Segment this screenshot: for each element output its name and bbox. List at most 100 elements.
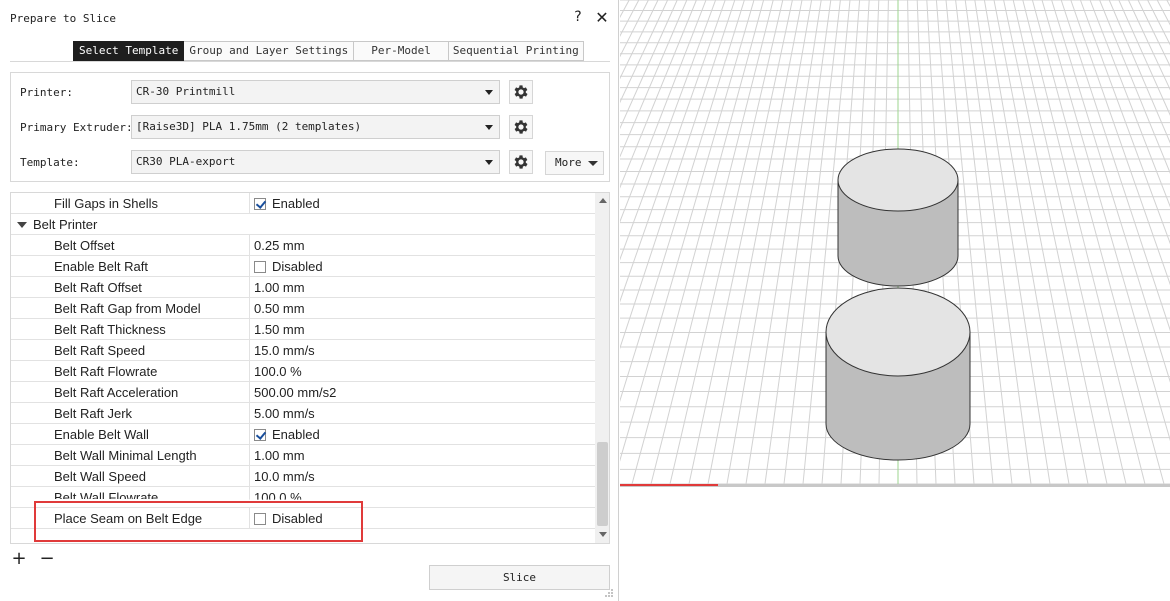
more-button[interactable]: More [545, 151, 604, 175]
scroll-up-arrow-icon[interactable] [599, 198, 607, 203]
setting-name: Enable Belt Wall [54, 427, 149, 442]
setting-value[interactable]: 100.0 % [249, 487, 302, 500]
setting-value: 1.50 mm [254, 322, 305, 337]
grid-line [620, 0, 630, 18]
settings-row[interactable]: Belt Raft Jerk 5.00 mm/s [11, 403, 595, 424]
3d-viewport[interactable] [620, 0, 1170, 601]
primary-extruder-select-value: [Raise3D] PLA 1.75mm (2 templates) [136, 120, 362, 133]
setting-value-cell[interactable]: Enabled [249, 193, 320, 214]
setting-value-cell[interactable]: 100.0 % [249, 361, 302, 382]
grid-line [764, 0, 832, 485]
dialog-title: Prepare to Slice [10, 12, 116, 25]
setting-name: Belt Wall Minimal Length [54, 448, 197, 463]
setting-value-cell[interactable]: Disabled [249, 256, 323, 277]
setting-value-cell[interactable]: 0.50 mm [249, 298, 305, 319]
gear-icon [514, 85, 528, 99]
scroll-down-arrow-icon[interactable] [599, 532, 607, 537]
template-select[interactable]: CR30 PLA-export [131, 150, 500, 174]
primary-extruder-select[interactable]: [Raise3D] PLA 1.75mm (2 templates) [131, 115, 500, 139]
slice-button[interactable]: Slice [429, 565, 610, 590]
remove-setting-button[interactable]: − [38, 550, 56, 568]
settings-row[interactable]: Fill Gaps in Shells Enabled [11, 193, 595, 214]
grid-line [631, 0, 765, 485]
setting-value-cell[interactable]: Enabled [249, 424, 320, 445]
settings-row[interactable]: Belt Raft Offset 1.00 mm [11, 277, 595, 298]
collapse-triangle-icon[interactable] [17, 222, 27, 228]
settings-rows: Fill Gaps in Shells Enabled Belt Printer Be… [11, 193, 595, 487]
grid-line [620, 0, 745, 403]
resize-grip-icon[interactable] [604, 588, 614, 598]
setting-value-cell[interactable]: Disabled [249, 508, 323, 529]
grid-line [688, 0, 793, 485]
template-settings-button[interactable] [509, 150, 533, 174]
printer-select[interactable]: CR-30 Printmill [131, 80, 500, 104]
cylinder-model-upper[interactable] [837, 148, 959, 287]
settings-group-header[interactable]: Belt Printer [11, 214, 595, 235]
chevron-down-icon [485, 160, 493, 165]
setting-checkbox[interactable] [254, 260, 266, 273]
setting-name: Fill Gaps in Shells [54, 196, 159, 211]
setting-value: 0.25 mm [254, 238, 305, 253]
grid-line [1012, 0, 1127, 485]
grid-line [620, 0, 669, 104]
scrollbar-thumb[interactable] [597, 442, 608, 526]
close-button[interactable]: ✕ [594, 8, 610, 27]
setting-value-cell[interactable]: 1.00 mm [249, 277, 305, 298]
setting-value: 5.00 mm/s [254, 406, 315, 421]
settings-row[interactable]: Belt Raft Acceleration 500.00 mm/s2 [11, 382, 595, 403]
settings-row-place-seam-on-belt-edge[interactable]: Place Seam on Belt Edge Disabled [11, 508, 595, 529]
place-seam-checkbox[interactable] [254, 512, 266, 525]
grid-line [964, 0, 1032, 485]
grid-line [1031, 0, 1165, 485]
settings-scrollbar[interactable] [595, 193, 609, 543]
setting-name: Enable Belt Raft [54, 259, 148, 274]
setting-value-cell[interactable]: 10.0 mm/s [249, 466, 315, 487]
settings-row[interactable]: Belt Raft Thickness 1.50 mm [11, 319, 595, 340]
cylinder-model-lower[interactable] [825, 287, 971, 461]
setting-value-cell[interactable]: 15.0 mm/s [249, 340, 315, 361]
settings-row[interactable]: Enable Belt Raft Disabled [11, 256, 595, 277]
setting-checkbox[interactable] [254, 428, 266, 441]
setting-value-cell[interactable]: 0.25 mm [249, 235, 305, 256]
tab-sequential-printing[interactable]: Sequential Printing [448, 41, 584, 61]
help-button[interactable]: ? [571, 9, 585, 25]
setting-value: Disabled [272, 259, 323, 274]
grid-line [620, 0, 688, 158]
settings-row[interactable]: Belt Wall Minimal Length 1.00 mm [11, 445, 595, 466]
printer-settings-group: Printer: CR-30 Printmill Primary Extrude… [10, 72, 610, 182]
setting-name: Place Seam on Belt Edge [54, 511, 203, 526]
printer-label: Printer: [20, 86, 73, 99]
grid-line [1060, 0, 1170, 332]
setting-name: Belt Offset [54, 238, 115, 253]
setting-value-cell[interactable]: 1.00 mm [249, 445, 305, 466]
setting-name: Belt Raft Thickness [54, 322, 166, 337]
settings-row[interactable]: Belt Offset 0.25 mm [11, 235, 595, 256]
settings-row[interactable]: Belt Raft Gap from Model 0.50 mm [11, 298, 595, 319]
setting-value-cell[interactable]: 500.00 mm/s2 [249, 382, 336, 403]
grid-line [1089, 0, 1170, 208]
grid-line [669, 0, 784, 485]
setting-value-cell[interactable]: 5.00 mm/s [249, 403, 315, 424]
setting-name: Belt Raft Acceleration [54, 385, 179, 400]
extruder-settings-button[interactable] [509, 115, 533, 139]
chevron-down-icon [588, 161, 598, 166]
tab-group-and-layer-settings[interactable]: Group and Layer Settings [184, 41, 355, 61]
printer-settings-button[interactable] [509, 80, 533, 104]
build-plate-view[interactable] [620, 0, 1170, 601]
setting-value: 100.0 % [254, 364, 302, 379]
printer-select-value: CR-30 Printmill [136, 85, 236, 98]
add-setting-button[interactable]: + [10, 550, 28, 568]
grid-line [620, 0, 726, 303]
setting-checkbox[interactable] [254, 197, 266, 210]
settings-row[interactable]: Belt Wall Speed 10.0 mm/s [11, 466, 595, 487]
settings-row-belt-wall-flowrate[interactable]: Belt Wall Flowrate 100.0 % [11, 487, 595, 508]
setting-value-cell[interactable]: 1.50 mm [249, 319, 305, 340]
settings-row[interactable]: Belt Raft Flowrate 100.0 % [11, 361, 595, 382]
grid-line [1156, 0, 1170, 26]
settings-row[interactable]: Enable Belt Wall Enabled [11, 424, 595, 445]
tab-select-template[interactable]: Select Template [73, 41, 185, 61]
setting-value: Enabled [272, 427, 320, 442]
tab-per-model[interactable]: Per-Model [354, 41, 449, 61]
settings-row[interactable]: Belt Raft Speed 15.0 mm/s [11, 340, 595, 361]
prepare-to-slice-dialog: Prepare to Slice ? ✕ Select Template Gro… [0, 0, 619, 601]
